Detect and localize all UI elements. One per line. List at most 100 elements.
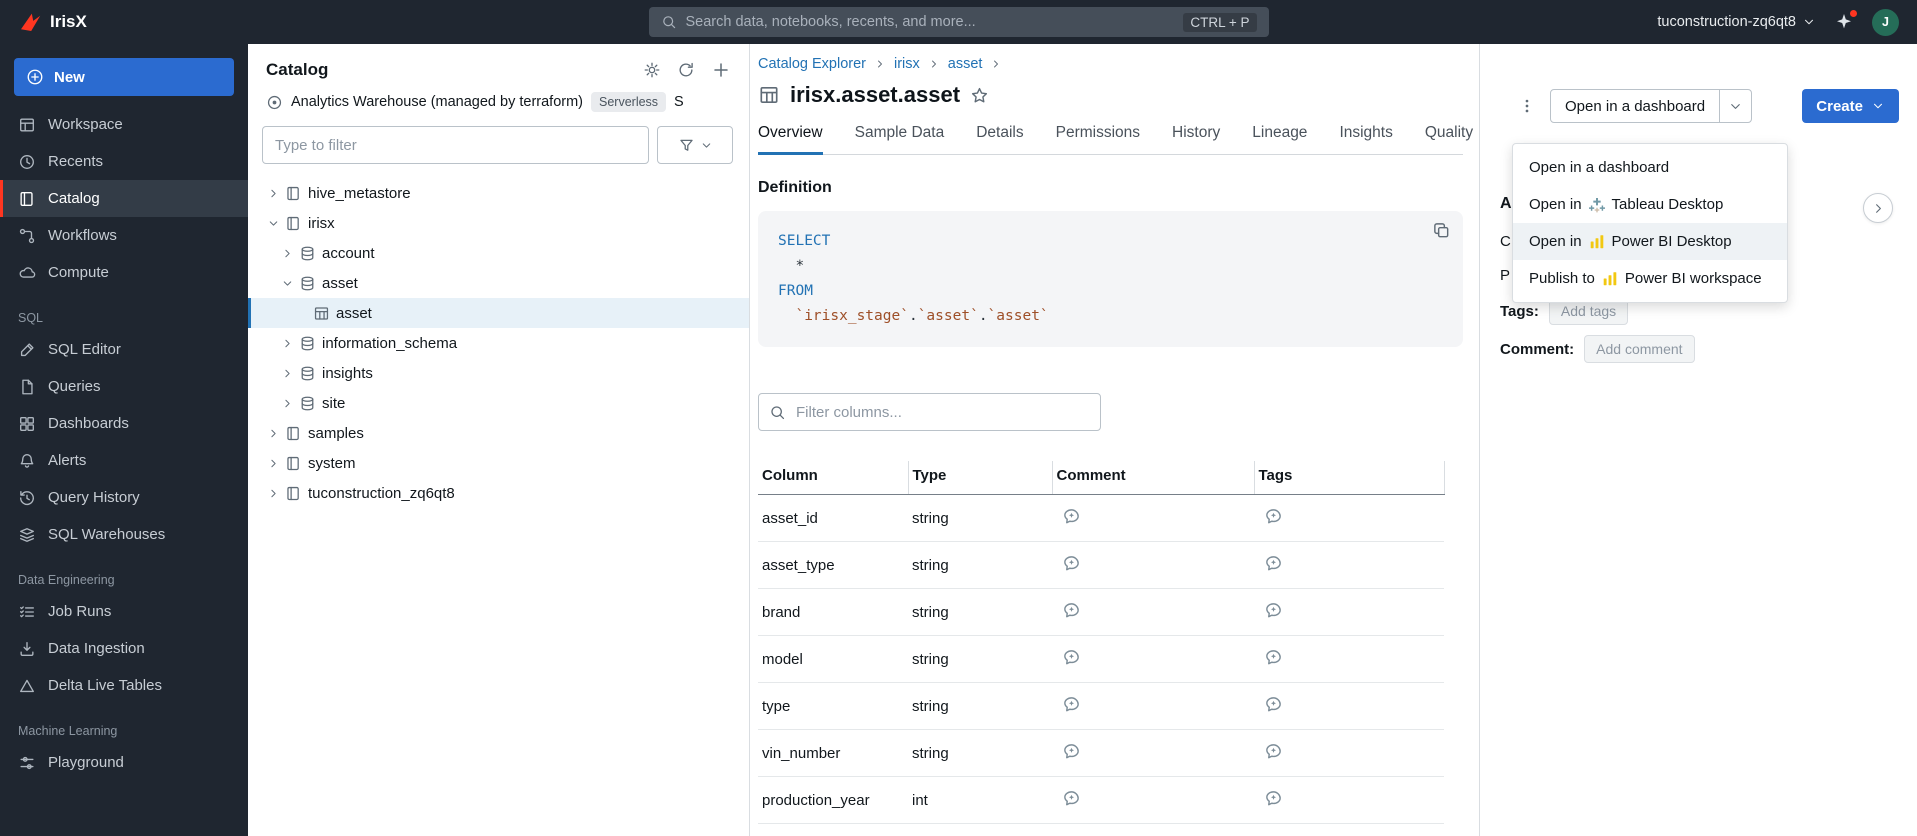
sidebar-item-delta-live-tables[interactable]: Delta Live Tables <box>0 667 248 704</box>
chevron-down-icon[interactable] <box>278 277 296 290</box>
sidebar-item-queries[interactable]: Queries <box>0 368 248 405</box>
ai-suggest-tags-icon[interactable] <box>1264 789 1283 808</box>
tree-item-tuconstruction-zq6qt8[interactable]: tuconstruction_zq6qt8 <box>248 478 749 508</box>
sidebar-item-label: Workflows <box>48 227 117 244</box>
ai-suggest-tags-icon[interactable] <box>1264 554 1283 573</box>
sidebar-item-job-runs[interactable]: Job Runs <box>0 593 248 630</box>
tab-details[interactable]: Details <box>976 124 1023 155</box>
sidebar-item-query-history[interactable]: Query History <box>0 479 248 516</box>
ai-suggest-comment-icon[interactable] <box>1062 695 1081 714</box>
ai-suggest-tags-icon[interactable] <box>1264 601 1283 620</box>
tree-item-samples[interactable]: samples <box>248 418 749 448</box>
ai-suggest-comment-icon[interactable] <box>1062 648 1081 667</box>
sidebar-item-workflows[interactable]: Workflows <box>0 217 248 254</box>
chevron-down-icon[interactable] <box>264 217 282 230</box>
global-search-input[interactable]: Search data, notebooks, recents, and mor… <box>648 7 1269 37</box>
sidebar-item-label: SQL Editor <box>48 341 121 358</box>
ai-suggest-tags-icon[interactable] <box>1264 648 1283 667</box>
add-catalog-button[interactable] <box>711 60 731 80</box>
sidebar-item-sql-editor[interactable]: SQL Editor <box>0 331 248 368</box>
breadcrumb-link-asset[interactable]: asset <box>948 56 983 72</box>
catalog-tree: hive_metastore irisx account asset asset info… <box>248 178 749 508</box>
chevron-right-icon[interactable] <box>264 427 282 440</box>
sidebar-item-playground[interactable]: Playground <box>0 744 248 781</box>
sidebar-item-dashboards[interactable]: Dashboards <box>0 405 248 442</box>
column-tags-cell <box>1254 635 1444 683</box>
tab-quality[interactable]: Quality <box>1425 124 1473 155</box>
column-header-column: Column <box>758 461 909 495</box>
settings-button[interactable] <box>643 60 661 80</box>
refresh-button[interactable] <box>677 60 695 80</box>
tree-item-information-schema[interactable]: information_schema <box>248 328 749 358</box>
ai-suggest-tags-icon[interactable] <box>1264 507 1283 526</box>
ai-suggest-tags-icon[interactable] <box>1264 742 1283 761</box>
breadcrumb-link-irisx[interactable]: irisx <box>894 56 920 72</box>
tab-insights[interactable]: Insights <box>1339 124 1392 155</box>
app-logo[interactable]: IrisX <box>18 10 87 34</box>
collapse-panel-button[interactable] <box>1863 193 1893 223</box>
sidebar-item-catalog[interactable]: Catalog <box>0 180 248 217</box>
menu-item-open-in-a-dashboard[interactable]: Open in a dashboard <box>1513 149 1787 186</box>
workspace-switcher[interactable]: tuconstruction-zq6qt8 <box>1657 14 1816 30</box>
sidebar-item-alerts[interactable]: Alerts <box>0 442 248 479</box>
tab-sample-data[interactable]: Sample Data <box>855 124 945 155</box>
more-options-button[interactable] <box>1512 89 1542 123</box>
star-icon <box>970 86 989 105</box>
create-button[interactable]: Create <box>1802 89 1899 123</box>
tree-item-insights[interactable]: insights <box>248 358 749 388</box>
sidebar-item-workspace[interactable]: Workspace <box>0 106 248 143</box>
tree-item-account[interactable]: account <box>248 238 749 268</box>
filter-options-button[interactable] <box>657 126 733 164</box>
chevron-right-icon[interactable] <box>264 487 282 500</box>
sidebar-item-compute[interactable]: Compute <box>0 254 248 291</box>
chevron-right-icon[interactable] <box>264 457 282 470</box>
tree-item-hive-metastore[interactable]: hive_metastore <box>248 178 749 208</box>
open-in-dashboard-button[interactable]: Open in a dashboard <box>1551 90 1719 122</box>
ai-suggest-comment-icon[interactable] <box>1062 601 1081 620</box>
menu-item-open-in-power-bi-desktop[interactable]: Open in Power BI Desktop <box>1513 223 1787 260</box>
search-icon <box>661 14 677 30</box>
ai-suggest-comment-icon[interactable] <box>1062 554 1081 573</box>
new-button[interactable]: New <box>14 58 234 96</box>
tab-overview[interactable]: Overview <box>758 124 823 155</box>
search-placeholder: Search data, notebooks, recents, and mor… <box>685 14 976 30</box>
open-options-toggle[interactable] <box>1719 90 1751 122</box>
ai-suggest-comment-icon[interactable] <box>1062 507 1081 526</box>
irisx-logo-icon <box>18 10 42 34</box>
favorite-star-button[interactable] <box>970 86 989 105</box>
assistant-button[interactable] <box>1834 10 1857 32</box>
ai-suggest-comment-icon[interactable] <box>1062 742 1081 761</box>
add-comment-button[interactable]: Add comment <box>1584 335 1695 363</box>
tab-permissions[interactable]: Permissions <box>1056 124 1140 155</box>
sidebar-item-recents[interactable]: Recents <box>0 143 248 180</box>
delta-live-tables-icon <box>18 677 36 695</box>
chevron-right-icon[interactable] <box>278 397 296 410</box>
tab-lineage[interactable]: Lineage <box>1252 124 1307 155</box>
catalog-panel: Catalog Analytics Warehouse (managed by … <box>248 44 750 836</box>
filter-columns-input[interactable] <box>794 402 1090 422</box>
ai-suggest-tags-icon[interactable] <box>1264 695 1283 714</box>
catalog-filter-input[interactable] <box>262 126 649 164</box>
chevron-down-icon <box>1802 15 1816 29</box>
copy-button[interactable] <box>1432 221 1451 240</box>
menu-item-publish-to-power-bi-workspace[interactable]: Publish to Power BI workspace <box>1513 260 1787 297</box>
tree-item-site[interactable]: site <box>248 388 749 418</box>
tree-item-asset[interactable]: asset <box>248 268 749 298</box>
tree-item-asset[interactable]: asset <box>248 298 749 328</box>
tree-item-system[interactable]: system <box>248 448 749 478</box>
user-avatar[interactable]: J <box>1872 8 1899 36</box>
breadcrumb-link-catalog-explorer[interactable]: Catalog Explorer <box>758 56 866 72</box>
column-name-cell: vin_number <box>758 729 908 777</box>
tree-item-irisx[interactable]: irisx <box>248 208 749 238</box>
metastore-selector[interactable]: Analytics Warehouse (managed by terrafor… <box>248 90 749 124</box>
tab-history[interactable]: History <box>1172 124 1220 155</box>
ai-suggest-comment-icon[interactable] <box>1062 789 1081 808</box>
chevron-right-icon[interactable] <box>264 187 282 200</box>
chevron-right-icon[interactable] <box>278 367 296 380</box>
sidebar-item-sql-warehouses[interactable]: SQL Warehouses <box>0 516 248 553</box>
catalog-panel-header: Catalog <box>248 44 749 90</box>
chevron-right-icon[interactable] <box>278 337 296 350</box>
sidebar-item-data-ingestion[interactable]: Data Ingestion <box>0 630 248 667</box>
menu-item-open-in-tableau-desktop[interactable]: Open in Tableau Desktop <box>1513 186 1787 223</box>
chevron-right-icon[interactable] <box>278 247 296 260</box>
